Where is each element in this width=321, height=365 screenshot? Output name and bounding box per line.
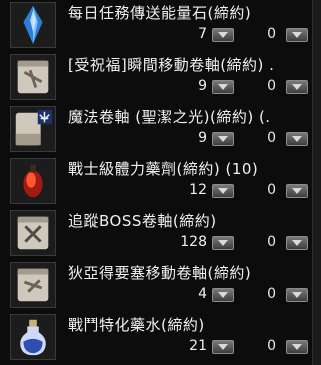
quantity-dropdown-button[interactable] [286,132,308,146]
quantity-dropdown-button[interactable] [286,340,308,354]
item-quantity[interactable]: 0 [256,26,276,42]
item-quantity[interactable]: 0 [256,234,276,250]
list-item[interactable]: 魔法卷軸 (聖潔之光)(締約) (. 9 0 [4,104,310,154]
item-name: [受祝福]瞬間移動卷軸(締約) . [68,56,275,74]
item-name: 追蹤BOSS卷軸(締約) [68,212,217,230]
item-list: 每日任務傳送能量石(締約) 7 0 [受祝福]瞬間移動卷軸(締約) . 9 0 … [0,0,321,365]
item-quantity[interactable]: 0 [256,130,276,146]
item-count: 128 [180,234,207,250]
count-dropdown-button[interactable] [212,288,234,302]
magic-scroll-icon [10,106,56,152]
item-name: 魔法卷軸 (聖潔之光)(締約) (. [68,108,271,126]
boss-scroll-icon [10,210,56,256]
item-count: 9 [198,78,207,94]
count-dropdown-button[interactable] [212,184,234,198]
blue-bottle-icon [10,314,56,360]
list-item[interactable]: 每日任務傳送能量石(締約) 7 0 [4,0,310,50]
item-quantity[interactable]: 0 [256,286,276,302]
list-item[interactable]: [受祝福]瞬間移動卷軸(締約) . 9 0 [4,52,310,102]
count-dropdown-button[interactable] [212,28,234,42]
item-quantity[interactable]: 0 [256,78,276,94]
quantity-dropdown-button[interactable] [286,80,308,94]
quantity-dropdown-button[interactable] [286,236,308,250]
count-dropdown-button[interactable] [212,340,234,354]
item-quantity[interactable]: 0 [256,182,276,198]
item-count: 21 [189,338,207,354]
red-potion-icon [10,158,56,204]
item-name: 戰士級體力藥劑(締約) (10) [68,160,259,178]
list-item[interactable]: 狄亞得要塞移動卷軸(締約) 4 0 [4,260,310,310]
list-item[interactable]: 戰士級體力藥劑(締約) (10) 12 0 [4,156,310,206]
item-name: 每日任務傳送能量石(締約) [68,4,252,22]
quantity-dropdown-button[interactable] [286,184,308,198]
item-count: 9 [198,130,207,146]
scroll-icon [10,54,56,100]
item-count: 4 [198,286,207,302]
quantity-dropdown-button[interactable] [286,288,308,302]
teleport-scroll-icon [10,262,56,308]
item-count: 12 [189,182,207,198]
item-name: 戰鬥特化藥水(締約) [68,316,205,334]
list-item[interactable]: 追蹤BOSS卷軸(締約) 128 0 [4,208,310,258]
item-quantity[interactable]: 0 [256,338,276,354]
item-name: 狄亞得要塞移動卷軸(締約) [68,264,252,282]
count-dropdown-button[interactable] [212,236,234,250]
blue-crystal-icon [10,2,56,48]
count-dropdown-button[interactable] [212,80,234,94]
count-dropdown-button[interactable] [212,132,234,146]
item-count: 7 [198,26,207,42]
quantity-dropdown-button[interactable] [286,28,308,42]
scrollbar[interactable] [312,0,321,365]
list-item[interactable]: 戰鬥特化藥水(締約) 21 0 [4,312,310,362]
